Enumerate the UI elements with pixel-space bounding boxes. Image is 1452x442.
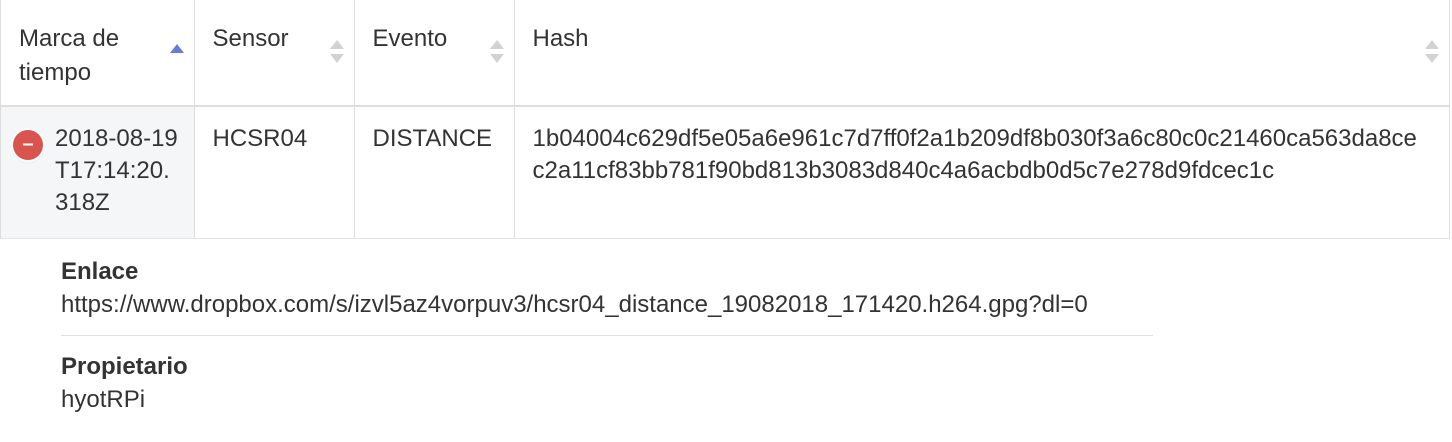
detail-link-label: Enlace [61, 257, 139, 285]
column-header-timestamp[interactable]: Marca de tiempo [1, 0, 195, 107]
detail-owner-value: hyotRPi [61, 385, 146, 413]
data-table-container: Marca de tiempo Sensor Evento Hash – 201… [0, 0, 1450, 239]
detail-link-block: Enlace https://www.dropbox.com/s/izvl5az… [61, 257, 1153, 418]
row-details-panel: Enlace https://www.dropbox.com/s/izvl5az… [0, 239, 1452, 418]
column-header-label: Sensor [212, 25, 289, 52]
cell-timestamp: – 2018-08-19T17:14:20.318Z [1, 106, 195, 239]
event-value: DISTANCE [372, 125, 493, 152]
column-header-event[interactable]: Evento [353, 0, 515, 107]
column-header-sensor[interactable]: Sensor [193, 0, 355, 107]
column-header-label: Evento [372, 25, 448, 52]
collapse-row-icon[interactable]: – [13, 130, 43, 160]
detail-divider [61, 334, 1153, 336]
sort-both-icon[interactable] [329, 40, 344, 66]
cell-sensor: HCSR04 [193, 106, 355, 239]
detail-owner-label: Propietario [61, 352, 188, 380]
sort-both-icon[interactable] [489, 40, 504, 66]
sort-both-icon[interactable] [1425, 40, 1439, 66]
data-table: Marca de tiempo Sensor Evento Hash – 201… [1, 0, 1449, 239]
cell-event: DISTANCE [353, 106, 515, 239]
column-header-label: Hash [532, 25, 589, 52]
sort-ascending-icon[interactable] [169, 40, 184, 66]
table-row[interactable]: – 2018-08-19T17:14:20.318Z HCSR04 DISTAN… [1, 106, 1449, 239]
sensor-value: HCSR04 [212, 125, 308, 152]
timestamp-value: 2018-08-19T17:14:20.318Z [55, 125, 178, 216]
hash-value: 1b04004c629df5e05a6e961c7d7ff0f2a1b209df… [532, 125, 1417, 184]
column-header-label: Marca de tiempo [19, 25, 120, 86]
cell-hash: 1b04004c629df5e05a6e961c7d7ff0f2a1b209df… [513, 106, 1449, 239]
column-header-hash[interactable]: Hash [513, 0, 1449, 107]
table-header-row: Marca de tiempo Sensor Evento Hash [1, 0, 1449, 107]
detail-link-value[interactable]: https://www.dropbox.com/s/izvl5az4vorpuv… [61, 287, 1153, 323]
